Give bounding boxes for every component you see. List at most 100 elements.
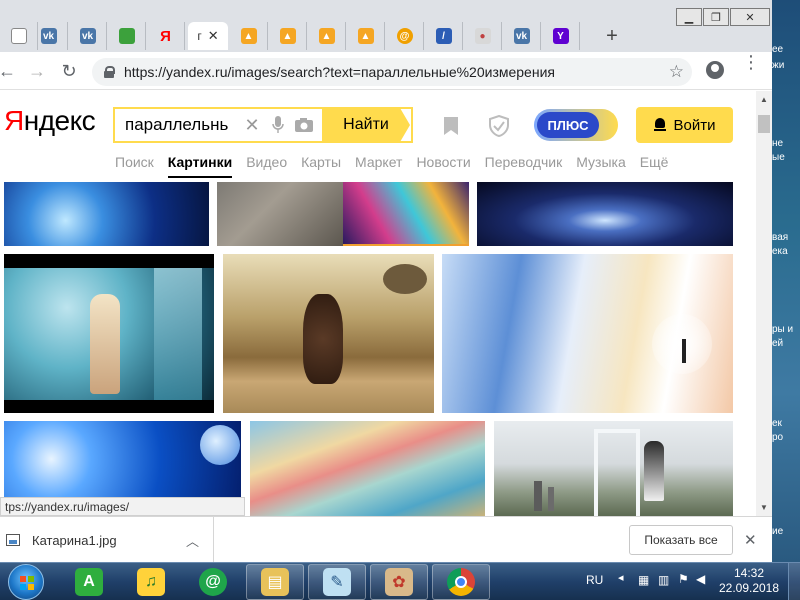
image-results-grid [0, 182, 756, 516]
vk-icon: vk [79, 28, 96, 44]
new-tab-button[interactable]: + [602, 26, 622, 46]
tab-10[interactable]: ▲ [347, 22, 385, 50]
search-input[interactable]: параллельнь [115, 115, 239, 135]
service-maps[interactable]: Карты [301, 154, 341, 178]
tab-15[interactable]: Y [542, 22, 580, 50]
vk-icon: vk [513, 28, 530, 44]
taskbar-paint[interactable]: ✿ [370, 564, 428, 600]
yandex-logo[interactable]: Яндекс [4, 105, 96, 137]
reload-button[interactable]: ↻ [58, 60, 80, 82]
clock-date: 22.09.2018 [718, 581, 780, 595]
login-label: Войти [673, 116, 716, 134]
tab-active[interactable]: г ✕ [188, 22, 228, 50]
taskbar-mail-agent[interactable]: @ [184, 564, 242, 600]
tab-8[interactable]: ▲ [269, 22, 307, 50]
desktop-text: жи [772, 60, 785, 71]
scroll-up-icon[interactable]: ▲ [760, 95, 768, 104]
bookmark-star-icon[interactable]: ☆ [669, 62, 684, 82]
tray-expand-icon[interactable]: ◂ [618, 571, 624, 584]
chrome-icon [447, 568, 475, 596]
collections-bookmark-icon[interactable] [440, 115, 462, 137]
tab-14[interactable]: vk [503, 22, 541, 50]
tab-7[interactable]: ▲ [230, 22, 268, 50]
taskbar-music-app[interactable]: ♫ [122, 564, 180, 600]
desktop-text: ек [772, 418, 782, 429]
microphone-icon[interactable] [265, 113, 291, 137]
start-button[interactable] [8, 564, 44, 600]
close-window-button[interactable]: ✕ [730, 8, 770, 26]
tab-strip: vk vk Я г ✕ ▲ ▲ ▲ ▲ @ / ● vk Y + ▁ ❐ ✕ [0, 0, 772, 52]
tab-9[interactable]: ▲ [308, 22, 346, 50]
image-result[interactable] [343, 182, 469, 246]
shield-check-icon[interactable] [488, 114, 510, 138]
tab-4[interactable] [108, 22, 146, 50]
launcher-a-icon: A [75, 568, 103, 596]
browser-toolbar: ← → ↻ https://yandex.ru/images/search?te… [0, 52, 772, 90]
yandex-icon: Я [160, 27, 171, 45]
desktop-text: ей [772, 338, 784, 349]
taskbar-launcher-app[interactable]: A [60, 564, 118, 600]
image-result[interactable] [494, 421, 733, 516]
flag-tray-icon[interactable]: ⚑ [678, 572, 689, 586]
yandex-plus-button[interactable]: ПЛЮС [534, 109, 618, 141]
keyboard-tray-icon[interactable]: ▦ [638, 573, 649, 587]
page-scrollbar[interactable]: ▲ ▼ [756, 91, 772, 516]
clock-time: 14:32 [733, 566, 765, 580]
service-market[interactable]: Маркет [355, 154, 402, 178]
language-indicator[interactable]: RU [586, 573, 603, 587]
image-result[interactable] [4, 182, 209, 246]
volume-tray-icon[interactable]: ◀ [696, 572, 705, 586]
network-tray-icon[interactable]: ▥ [658, 573, 669, 587]
find-button[interactable]: Найти [322, 107, 410, 143]
service-translate[interactable]: Переводчик [485, 154, 563, 178]
chevron-up-icon[interactable]: ︿ [186, 531, 199, 550]
tab-11[interactable]: @ [386, 22, 424, 50]
minimize-button[interactable]: ▁ [676, 8, 702, 26]
maximize-button[interactable]: ❐ [703, 8, 729, 26]
camera-icon[interactable] [291, 113, 317, 137]
close-downloads-icon[interactable]: ✕ [744, 531, 757, 549]
tab-5[interactable]: Я [147, 22, 185, 50]
image-result[interactable] [442, 254, 733, 413]
profile-avatar-icon[interactable] [706, 61, 724, 79]
clear-icon[interactable]: ✕ [239, 113, 265, 137]
download-item[interactable]: Катарина1.jpg ︿ [0, 517, 214, 562]
taskbar-explorer[interactable]: ▤ [246, 564, 304, 600]
desktop-text: ро [772, 432, 784, 443]
tab-12[interactable]: / [425, 22, 463, 50]
image-icon: ▲ [279, 28, 296, 44]
clock[interactable]: 14:32 22.09.2018 [714, 566, 784, 596]
image-icon: ▲ [240, 28, 257, 44]
chrome-menu-icon[interactable]: ⋮ [742, 53, 760, 71]
login-button[interactable]: Войти [636, 107, 733, 143]
desktop-text: ие [772, 526, 784, 537]
image-result[interactable] [217, 182, 343, 246]
service-images[interactable]: Картинки [167, 154, 233, 178]
service-more[interactable]: Ещё [640, 154, 669, 178]
image-result[interactable] [4, 254, 214, 413]
bird-icon: ● [474, 28, 491, 44]
address-bar[interactable]: https://yandex.ru/images/search?text=пар… [92, 58, 692, 86]
taskbar-notepad[interactable]: ✎ [308, 564, 366, 600]
close-tab-icon[interactable]: ✕ [208, 28, 219, 44]
service-search[interactable]: Поиск [115, 154, 154, 178]
scroll-down-icon[interactable]: ▼ [760, 503, 768, 512]
show-all-downloads-button[interactable]: Показать все [629, 525, 733, 555]
scrollbar-thumb[interactable] [758, 115, 770, 133]
image-result[interactable] [477, 182, 733, 246]
image-result[interactable] [250, 421, 485, 516]
forward-button[interactable]: → [26, 60, 48, 82]
back-button[interactable]: ← [0, 60, 18, 82]
doc-icon [10, 28, 27, 44]
service-music[interactable]: Музыка [576, 154, 626, 178]
tab-13[interactable]: ● [464, 22, 502, 50]
image-result[interactable] [223, 254, 434, 413]
vk-icon: vk [40, 28, 57, 44]
service-video[interactable]: Видео [246, 154, 287, 178]
services-nav: Поиск Картинки Видео Карты Маркет Новост… [115, 154, 682, 178]
service-news[interactable]: Новости [416, 154, 470, 178]
tab-2[interactable]: vk [30, 22, 68, 50]
taskbar-chrome[interactable] [432, 564, 490, 600]
tab-3[interactable]: vk [69, 22, 107, 50]
show-desktop-button[interactable] [788, 563, 800, 600]
